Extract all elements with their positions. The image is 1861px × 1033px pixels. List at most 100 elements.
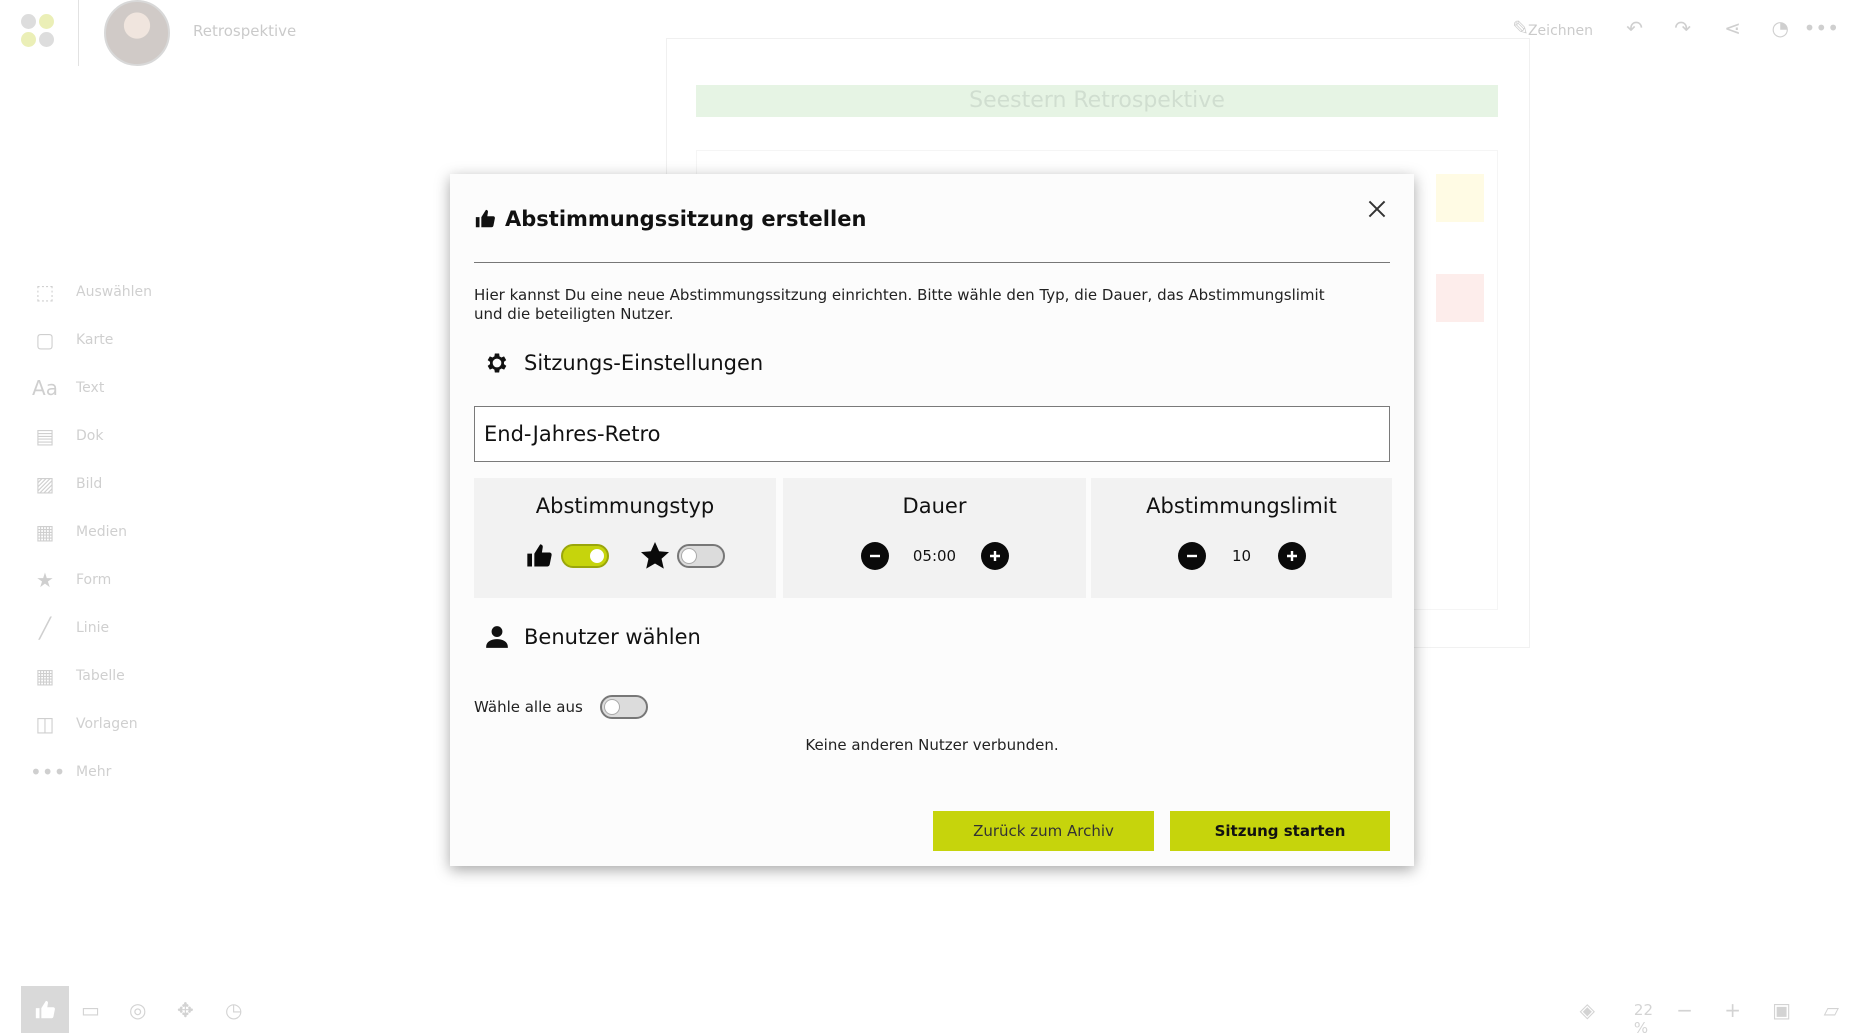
gear-icon <box>487 353 507 373</box>
draw-label[interactable]: Zeichnen <box>1528 23 1593 39</box>
table-icon: ▦ <box>35 664 55 688</box>
canvas-title: Seestern Retrospektive <box>696 85 1498 117</box>
minimap-icon[interactable]: ▱ <box>1824 998 1839 1022</box>
templates-icon: ◫ <box>35 712 55 736</box>
tool-select[interactable]: ⬚ Auswählen <box>30 268 190 316</box>
plus-icon <box>989 551 1000 561</box>
line-icon: ╱ <box>38 616 52 640</box>
vote-limit-value: 10 <box>1231 547 1252 565</box>
tool-label: Form <box>76 572 112 588</box>
toggle-knob <box>681 548 697 564</box>
shape-icon: ★ <box>36 568 54 592</box>
tool-label: Auswählen <box>76 284 153 300</box>
duration-title: Dauer <box>902 494 967 518</box>
vote-limit-decrease-button[interactable] <box>1177 542 1206 570</box>
undo-icon[interactable]: ↶ <box>1626 16 1643 40</box>
thumbs-vote-toggle[interactable] <box>561 544 609 568</box>
vote-type-options <box>474 538 776 574</box>
fit-screen-icon[interactable]: ▣ <box>1772 998 1791 1022</box>
duration-value: 05:00 <box>912 547 957 565</box>
board-title: Retrospektive <box>193 22 297 40</box>
more-icon: ••• <box>30 760 66 784</box>
thumbs-up-icon <box>475 209 495 228</box>
text-icon: Aa <box>32 376 58 400</box>
vote-type-title: Abstimmungstyp <box>535 494 715 518</box>
sticky-note[interactable] <box>1436 174 1484 222</box>
start-session-button[interactable]: Sitzung starten <box>1170 811 1390 851</box>
vote-limit-panel: Abstimmungslimit 10 <box>1091 478 1392 598</box>
vote-limit-increase-button[interactable] <box>1277 542 1306 570</box>
vote-tool-button[interactable] <box>21 986 69 1033</box>
focus-icon[interactable]: ◎ <box>129 998 146 1022</box>
card-icon: ▢ <box>35 328 55 352</box>
vote-type-panel: Abstimmungstyp <box>474 478 776 598</box>
document-icon: ▤ <box>35 424 55 448</box>
header-divider <box>78 0 79 66</box>
users-section-heading: Benutzer wählen <box>484 624 701 650</box>
duration-panel: Dauer 05:00 <box>783 478 1086 598</box>
tool-templates[interactable]: ◫ Vorlagen <box>30 700 190 748</box>
duration-decrease-button[interactable] <box>860 542 889 570</box>
zoom-in-icon[interactable]: + <box>1724 998 1741 1022</box>
move-icon[interactable]: ✥ <box>177 998 194 1022</box>
thumbs-up-icon <box>35 1000 55 1019</box>
zoom-level[interactable]: 22 % <box>1634 1001 1653 1033</box>
tool-shape[interactable]: ★ Form <box>30 556 190 604</box>
avatar[interactable] <box>104 0 170 66</box>
compass-icon[interactable]: ◈ <box>1580 998 1595 1022</box>
select-all-toggle[interactable] <box>600 695 648 719</box>
tool-document[interactable]: ▤ Dok <box>30 412 190 460</box>
no-users-message: Keine anderen Nutzer verbunden. <box>805 736 1059 754</box>
settings-heading-text: Sitzungs-Einstellungen <box>524 351 764 375</box>
tool-label: Text <box>76 380 105 396</box>
close-icon[interactable] <box>1364 196 1390 222</box>
dialog-header: Abstimmungssitzung erstellen <box>474 204 866 234</box>
more-menu-icon[interactable]: ••• <box>1804 16 1839 40</box>
history-icon[interactable]: ◔ <box>1772 16 1789 40</box>
tool-table[interactable]: ▦ Tabelle <box>30 652 190 700</box>
tool-line[interactable]: ╱ Linie <box>30 604 190 652</box>
star-icon <box>641 542 669 569</box>
tool-more[interactable]: ••• Mehr <box>30 748 190 796</box>
tool-label: Karte <box>76 332 114 348</box>
select-icon: ⬚ <box>35 280 55 304</box>
plus-icon <box>1286 551 1297 561</box>
tool-label: Dok <box>76 428 104 444</box>
tool-label: Tabelle <box>76 668 125 684</box>
select-all-label: Wähle alle aus <box>474 698 583 716</box>
vote-limit-title: Abstimmungslimit <box>1146 494 1337 518</box>
redo-icon[interactable]: ↷ <box>1674 16 1691 40</box>
duration-increase-button[interactable] <box>980 542 1009 570</box>
back-to-archive-button[interactable]: Zurück zum Archiv <box>933 811 1154 851</box>
app-logo[interactable] <box>21 14 55 48</box>
tool-image[interactable]: ▨ Bild <box>30 460 190 508</box>
tool-card[interactable]: ▢ Karte <box>30 316 190 364</box>
tool-text[interactable]: Aa Text <box>30 364 190 412</box>
vote-limit-stepper: 10 <box>1091 538 1392 574</box>
minus-icon <box>869 554 880 558</box>
toggle-knob <box>604 699 620 715</box>
header-divider <box>474 262 1390 263</box>
dialog-description: Hier kannst Du eine neue Abstimmungssitz… <box>474 286 1325 323</box>
sticky-note[interactable] <box>1436 274 1484 322</box>
thumbs-up-icon <box>527 544 552 567</box>
presentation-icon[interactable]: ▭ <box>81 998 100 1022</box>
minus-icon <box>1186 554 1197 558</box>
tool-label: Medien <box>76 524 127 540</box>
voting-session-dialog: Abstimmungssitzung erstellen Hier kannst… <box>450 174 1414 866</box>
duration-stepper: 05:00 <box>783 538 1086 574</box>
tool-label: Mehr <box>76 764 112 780</box>
session-name-input[interactable] <box>474 406 1390 462</box>
tool-sidebar: ⬚ Auswählen ▢ Karte Aa Text ▤ Dok ▨ Bild ▦ Med… <box>30 268 190 796</box>
timer-icon[interactable]: ◷ <box>225 998 242 1022</box>
tool-label: Bild <box>76 476 103 492</box>
pen-icon[interactable]: ✎ <box>1512 16 1529 40</box>
share-icon[interactable]: ⋖ <box>1724 16 1741 40</box>
dialog-title: Abstimmungssitzung erstellen <box>505 207 867 231</box>
tool-media[interactable]: ▦ Medien <box>30 508 190 556</box>
zoom-out-icon[interactable]: − <box>1676 998 1693 1022</box>
settings-section-heading: Sitzungs-Einstellungen <box>484 350 763 376</box>
star-vote-toggle[interactable] <box>677 544 725 568</box>
media-icon: ▦ <box>35 520 55 544</box>
users-heading-text: Benutzer wählen <box>524 625 701 649</box>
